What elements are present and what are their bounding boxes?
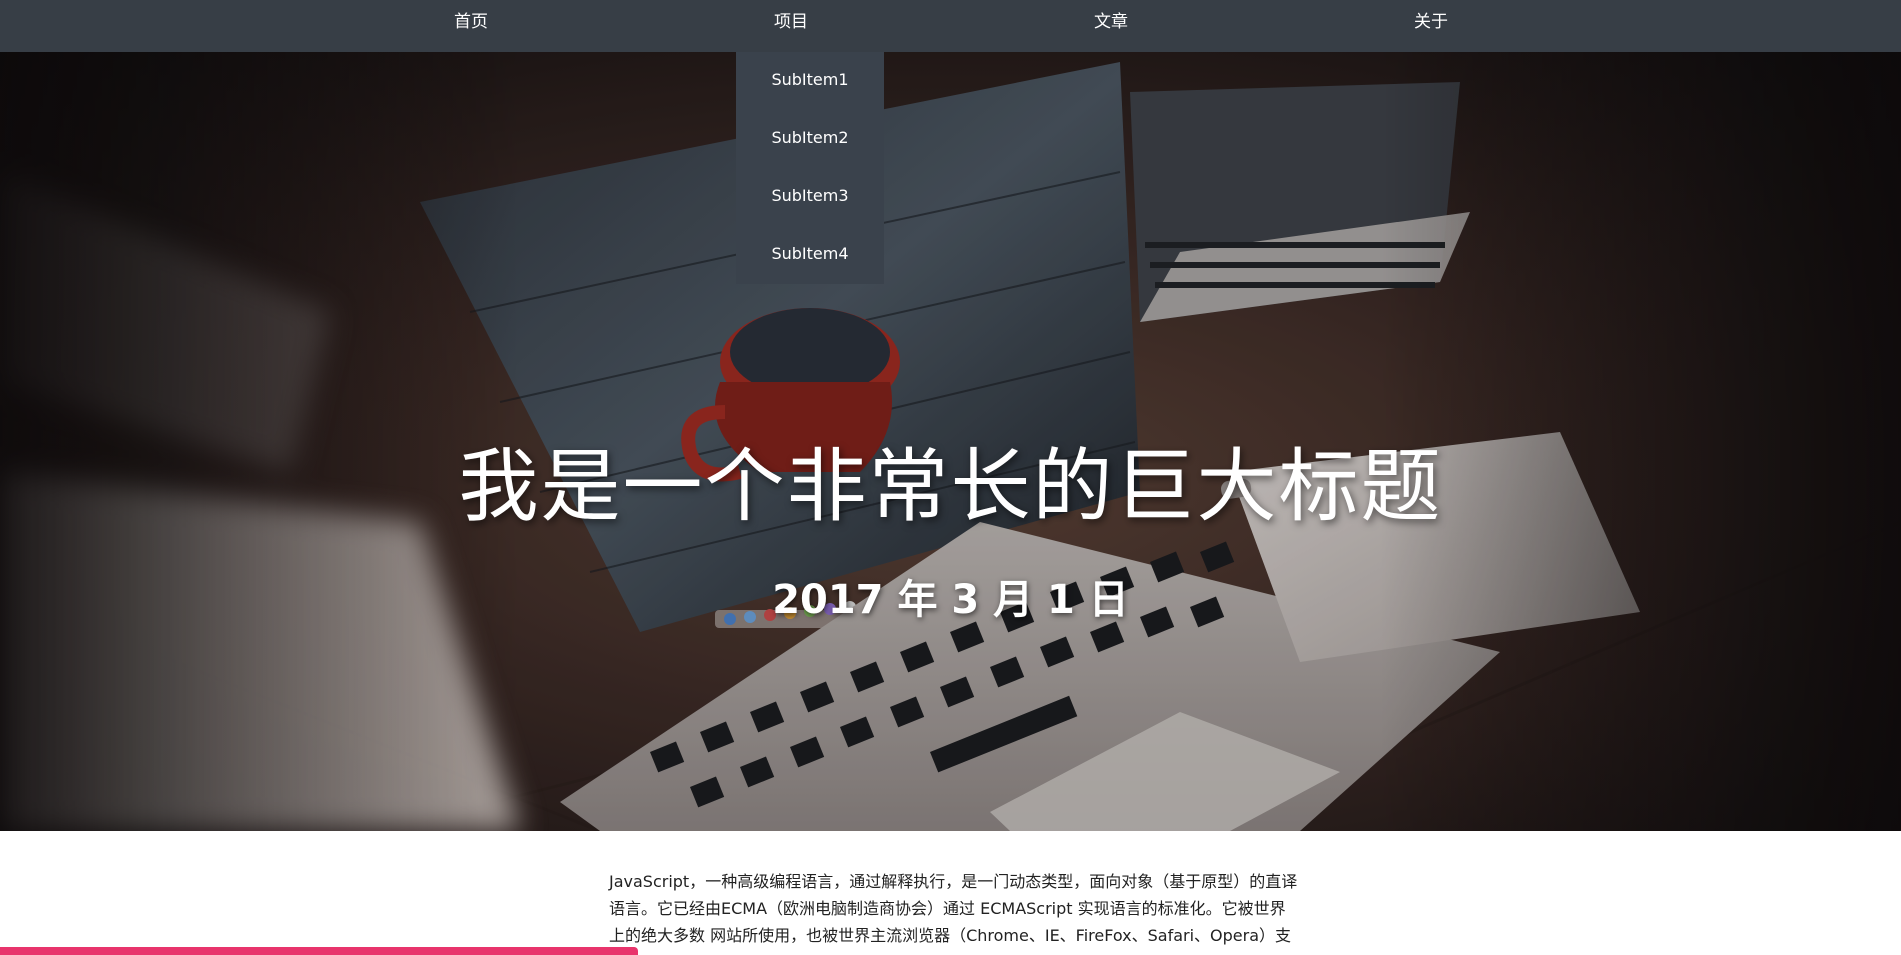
article-paragraph: JavaScript，一种高级编程语言，通过解释执行，是一门动态类型，面向对象（… (609, 872, 1298, 945)
hero-banner: 我是一个非常长的巨大标题 2017 年 3 月 1 日 (0, 52, 1901, 831)
bottom-accent-bar (0, 947, 638, 955)
article-content: JavaScript，一种高级编程语言，通过解释执行，是一门动态类型，面向对象（… (609, 868, 1299, 949)
hero-date: 2017 年 3 月 1 日 (772, 577, 1129, 623)
projects-dropdown-menu: SubItem1 SubItem2 SubItem3 SubItem4 (736, 52, 884, 284)
nav-item-projects[interactable]: 项目 (717, 0, 865, 52)
dropdown-item-subitem1[interactable]: SubItem1 (736, 52, 884, 110)
top-navigation: 首页 项目 文章 关于 (0, 0, 1901, 52)
nav-item-home[interactable]: 首页 (397, 0, 545, 52)
dropdown-item-subitem3[interactable]: SubItem3 (736, 168, 884, 226)
nav-item-about[interactable]: 关于 (1357, 0, 1505, 52)
hero-title: 我是一个非常长的巨大标题 (458, 440, 1443, 533)
nav-item-articles[interactable]: 文章 (1037, 0, 1185, 52)
dropdown-item-subitem4[interactable]: SubItem4 (736, 226, 884, 284)
page: 首页 项目 文章 关于 SubItem1 SubItem2 SubItem3 S… (0, 0, 1901, 955)
dropdown-item-subitem2[interactable]: SubItem2 (736, 110, 884, 168)
